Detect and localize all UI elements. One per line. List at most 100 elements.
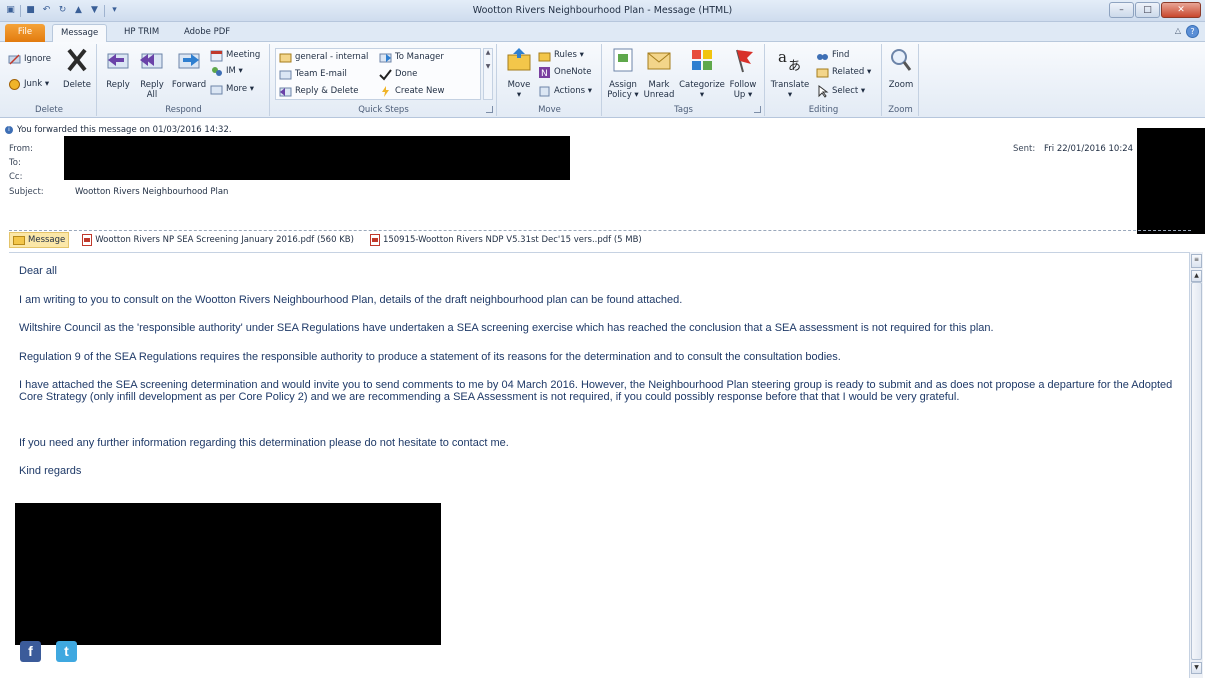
quick-step-label: To Manager [395,52,444,62]
close-button[interactable]: ✕ [1161,2,1201,18]
twitter-icon[interactable]: t [56,641,77,662]
attachment-item[interactable]: Wootton Rivers NP SEA Screening January … [79,232,357,248]
forward-label: Forward [171,80,207,90]
rules-label: Rules ▾ [554,50,584,60]
forward-icon [178,53,200,69]
vertical-scrollbar[interactable]: ≡ ▲ ▼ [1189,252,1203,678]
attachment-item[interactable]: 150915-Wootton Rivers NDP V5.31st Dec'15… [367,232,645,248]
quick-steps-launcher-icon[interactable] [486,106,493,113]
forwarded-notice: You forwarded this message on 01/03/2016… [17,125,232,135]
body-paragraph: I am writing to you to consult on the Wo… [19,294,683,306]
ignore-label: Ignore [24,54,52,64]
group-move: Move ▾ Rules ▾ N OneNote Actions ▾ Move [498,44,602,116]
group-editing: aあ Translate ▾ Find Related ▾ Select ▾ E… [766,44,882,116]
select-button[interactable]: Select ▾ [816,84,865,99]
reply-icon [107,53,129,69]
categorize-label-1: Categorize [679,80,725,90]
translate-button[interactable]: aあ Translate ▾ [768,46,812,100]
help-icon[interactable]: ? [1186,25,1199,38]
im-button[interactable]: IM ▾ [210,64,243,79]
quick-step-label: Create New [395,86,445,96]
categorize-icon [692,50,712,70]
svg-text:a: a [778,48,787,66]
quick-steps-scroll[interactable]: ▲ ▼ [483,48,493,100]
subject-label: Subject: [9,187,44,197]
facebook-icon[interactable]: f [20,641,41,662]
junk-button[interactable]: Junk ▾ [8,77,49,92]
attachment-filename: 150915-Wootton Rivers NDP V5.31st Dec'15… [382,235,642,245]
group-label-delete: Delete [35,105,63,115]
scroll-up-button[interactable]: ▲ [1191,270,1202,282]
group-tags: Assign Policy ▾ Mark Unread Categorize ▾… [603,44,765,116]
to-label: To: [9,158,21,168]
group-quick-steps: general - internal Team E-mail Reply & D… [271,44,497,116]
maximize-button[interactable]: □ [1135,2,1160,18]
meeting-button[interactable]: Meeting [210,48,260,63]
quick-step-done[interactable]: Done [379,67,417,82]
related-button[interactable]: Related ▾ [816,65,871,80]
body-paragraph: I have attached the SEA screening determ… [19,379,1173,403]
move-label-2: ▾ [516,90,522,100]
find-label: Find [832,50,850,60]
group-label-tags: Tags [674,105,693,115]
im-icon [212,67,222,76]
assign-label-2: Policy ▾ [607,90,639,100]
reply-all-label-1: Reply [140,80,164,90]
delete-x-icon [67,48,87,72]
categorize-button[interactable]: Categorize ▾ [677,46,727,100]
tab-file[interactable]: File [5,24,45,42]
minimize-button[interactable]: – [1109,2,1134,18]
pdf-icon [82,234,93,246]
message-tab[interactable]: Message [9,232,70,248]
quick-step-label: Reply & Delete [295,86,359,96]
quick-step-to-manager[interactable]: To Manager [379,50,444,65]
zoom-button[interactable]: Zoom [885,46,917,90]
more-button[interactable]: More ▾ [210,82,254,97]
rules-button[interactable]: Rules ▾ [538,48,584,63]
assign-policy-button[interactable]: Assign Policy ▾ [605,46,641,100]
minimize-ribbon-icon[interactable]: △ [1175,26,1181,35]
body-paragraph: Regulation 9 of the SEA Regulations requ… [19,351,841,363]
message-header: i You forwarded this message on 01/03/20… [0,118,1205,234]
tab-hp-trim[interactable]: HP TRIM [116,24,167,42]
group-delete: Ignore Junk ▾ Delete Delete [2,44,97,116]
to-manager-icon [379,53,392,63]
onenote-button[interactable]: N OneNote [538,65,591,80]
mark-label-1: Mark [648,80,670,90]
related-icon [816,68,829,78]
attachment-bar: Message Wootton Rivers NP SEA Screening … [9,232,655,248]
message-body[interactable]: Dear all I am writing to you to consult … [9,252,1189,678]
forward-button[interactable]: Forward [170,46,208,90]
group-label-respond: Respond [165,105,202,115]
move-folder-icon [507,48,531,71]
tab-adobe-pdf[interactable]: Adobe PDF [176,24,238,42]
more-label: More ▾ [226,84,255,94]
scroll-thumb[interactable] [1191,282,1202,660]
find-button[interactable]: Find [816,48,849,63]
mark-unread-button[interactable]: Mark Unread [643,46,675,100]
tags-launcher-icon[interactable] [754,106,761,113]
flag-icon [736,49,753,73]
delete-button[interactable]: Delete [60,46,94,90]
scroll-down-button[interactable]: ▼ [1191,662,1202,674]
reply-all-button[interactable]: Reply All [136,46,168,100]
actions-label: Actions ▾ [554,86,593,96]
follow-up-button[interactable]: Follow Up ▾ [727,46,759,100]
actions-button[interactable]: Actions ▾ [538,84,592,99]
move-button[interactable]: Move ▾ [504,46,534,100]
scroll-options-icon[interactable]: ≡ [1191,254,1202,268]
magnifier-icon [891,49,912,71]
tab-message[interactable]: Message [52,24,108,42]
envelope-icon [13,235,25,245]
quick-step-reply-delete[interactable]: Reply & Delete [279,84,359,99]
ignore-button[interactable]: Ignore [8,52,51,67]
redacted-contact-photo [1137,128,1205,234]
group-respond: Reply Reply All Forward Meeting IM ▾ Mor… [98,44,270,116]
quick-step-team-email[interactable]: Team E-mail [279,67,347,82]
sent-value: Fri 22/01/2016 10:24 [1044,144,1134,154]
group-zoom: Zoom Zoom [883,44,919,116]
quick-step-general-internal[interactable]: general - internal [279,50,368,65]
reply-button[interactable]: Reply [102,46,134,90]
quick-step-create-new[interactable]: Create New [379,84,445,99]
window-title: Wootton Rivers Neighbourhood Plan - Mess… [472,5,733,16]
